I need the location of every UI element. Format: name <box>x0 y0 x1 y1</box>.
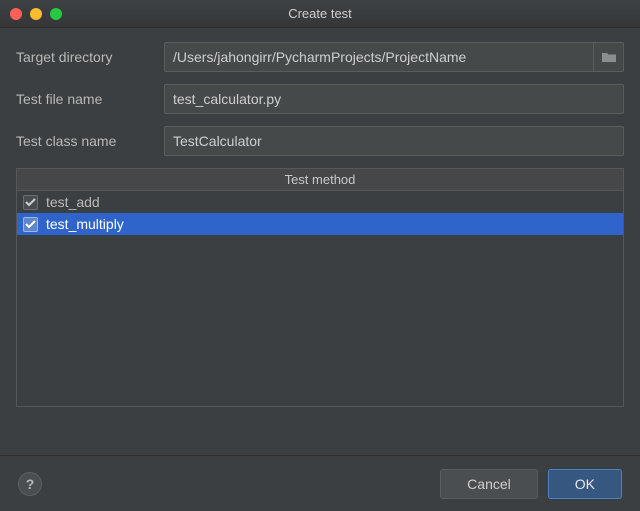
ok-button[interactable]: OK <box>548 469 622 499</box>
checkmark-icon <box>25 197 36 208</box>
checkmark-icon <box>25 219 36 230</box>
browse-directory-button[interactable] <box>594 42 624 72</box>
help-button[interactable]: ? <box>18 472 42 496</box>
close-window-button[interactable] <box>10 8 22 20</box>
target-directory-input[interactable] <box>164 42 594 72</box>
window-title: Create test <box>288 6 352 21</box>
checkbox[interactable] <box>23 217 38 232</box>
test-class-name-label: Test class name <box>16 133 164 149</box>
target-directory-row: Target directory <box>16 42 624 72</box>
titlebar: Create test <box>0 0 640 28</box>
dialog-footer: ? Cancel OK <box>0 455 640 511</box>
test-file-name-row: Test file name <box>16 84 624 114</box>
minimize-window-button[interactable] <box>30 8 42 20</box>
checkbox[interactable] <box>23 195 38 210</box>
test-file-name-label: Test file name <box>16 91 164 107</box>
window-controls <box>10 8 62 20</box>
target-directory-label: Target directory <box>16 49 164 65</box>
cancel-button[interactable]: Cancel <box>440 469 538 499</box>
folder-icon <box>601 51 617 63</box>
test-method-label: test_add <box>46 194 100 210</box>
test-method-header: Test method <box>16 168 624 191</box>
test-method-label: test_multiply <box>46 216 124 232</box>
test-class-name-input[interactable] <box>164 126 624 156</box>
test-class-name-row: Test class name <box>16 126 624 156</box>
test-method-section: Test method test_add test_multiply <box>16 168 624 407</box>
test-file-name-input[interactable] <box>164 84 624 114</box>
test-method-item[interactable]: test_multiply <box>17 213 623 235</box>
maximize-window-button[interactable] <box>50 8 62 20</box>
target-directory-field-wrap <box>164 42 624 72</box>
test-method-list[interactable]: test_add test_multiply <box>16 191 624 407</box>
test-method-item[interactable]: test_add <box>17 191 623 213</box>
dialog-content: Target directory Test file name Test cla… <box>0 28 640 417</box>
